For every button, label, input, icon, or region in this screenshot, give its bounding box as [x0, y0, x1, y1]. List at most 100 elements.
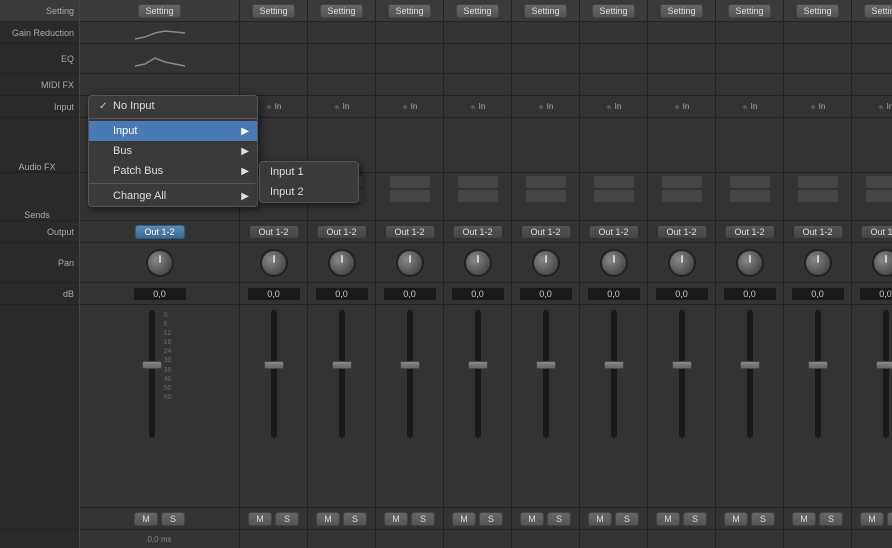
ch11-pan-knob[interactable]: [872, 249, 892, 277]
ch7-pan-knob[interactable]: [600, 249, 628, 277]
ch6-fader-handle[interactable]: [536, 361, 556, 369]
ch6-setting-button[interactable]: Setting: [524, 4, 566, 18]
channel-strip-11: Setting In Out 1-2 MS: [852, 0, 892, 548]
ch1-mute-button[interactable]: M: [134, 512, 158, 526]
input-dropdown-menu[interactable]: ✓ No Input Input ▶ Input 1 Input 2 Bus ▶: [88, 95, 258, 207]
ch1-fader-handle[interactable]: [142, 361, 162, 369]
ch1-fader-track[interactable]: [148, 309, 156, 439]
ch10-solo-button[interactable]: S: [819, 512, 843, 526]
ch11-solo-button[interactable]: S: [887, 512, 892, 526]
ch8-fader-track[interactable]: [678, 309, 686, 439]
ch10-fader-track[interactable]: [814, 309, 822, 439]
ch9-fader-handle[interactable]: [740, 361, 760, 369]
ch6-pan-knob[interactable]: [532, 249, 560, 277]
ch3-output-button[interactable]: Out 1-2: [317, 225, 367, 239]
ch5-fader-handle[interactable]: [468, 361, 488, 369]
dropdown-change-all-item[interactable]: Change All ▶: [89, 186, 257, 206]
ch9-pan-knob[interactable]: [736, 249, 764, 277]
dropdown-patch-bus-item[interactable]: Patch Bus ▶: [89, 161, 257, 181]
ch10-db-input[interactable]: [791, 287, 845, 301]
ch5-fader-track[interactable]: [474, 309, 482, 439]
ch7-solo-button[interactable]: S: [615, 512, 639, 526]
ch2-fader-track[interactable]: [270, 309, 278, 439]
ch8-pan-knob[interactable]: [668, 249, 696, 277]
db-label: dB: [63, 289, 74, 299]
ch1-output-button[interactable]: Out 1-2: [135, 225, 185, 239]
ch3-mute-button[interactable]: M: [316, 512, 340, 526]
ch2-mute-button[interactable]: M: [248, 512, 272, 526]
ch10-mute-button[interactable]: M: [792, 512, 816, 526]
ch1-db-input[interactable]: [133, 287, 187, 301]
ch5-mute-button[interactable]: M: [452, 512, 476, 526]
ch7-output-button[interactable]: Out 1-2: [589, 225, 639, 239]
ch11-setting-button[interactable]: Setting: [864, 4, 892, 18]
ch2-pan-knob[interactable]: [260, 249, 288, 277]
ch10-setting-button[interactable]: Setting: [796, 4, 838, 18]
submenu-input1[interactable]: Input 1: [260, 162, 358, 182]
ch2-solo-button[interactable]: S: [275, 512, 299, 526]
ch1-solo-button[interactable]: S: [161, 512, 185, 526]
ch7-mute-button[interactable]: M: [588, 512, 612, 526]
ch7-db-input[interactable]: [587, 287, 641, 301]
ch7-fader-track[interactable]: [610, 309, 618, 439]
ch8-output-button[interactable]: Out 1-2: [657, 225, 707, 239]
ch3-setting-button[interactable]: Setting: [320, 4, 362, 18]
ch11-fader-handle[interactable]: [876, 361, 892, 369]
ch6-output-button[interactable]: Out 1-2: [521, 225, 571, 239]
ch9-solo-button[interactable]: S: [751, 512, 775, 526]
ch4-solo-button[interactable]: S: [411, 512, 435, 526]
ch8-fader-handle[interactable]: [672, 361, 692, 369]
ch4-db-input[interactable]: [383, 287, 437, 301]
ch7-fader-handle[interactable]: [604, 361, 624, 369]
ch9-mute-button[interactable]: M: [724, 512, 748, 526]
ch10-fader-handle[interactable]: [808, 361, 828, 369]
input-submenu[interactable]: Input 1 Input 2: [259, 161, 359, 203]
ch5-setting-button[interactable]: Setting: [456, 4, 498, 18]
ch11-db-input[interactable]: [859, 287, 892, 301]
ch4-fader-track[interactable]: [406, 309, 414, 439]
dropdown-bus-item[interactable]: Bus ▶: [89, 141, 257, 161]
ch5-solo-button[interactable]: S: [479, 512, 503, 526]
ch2-setting-button[interactable]: Setting: [252, 4, 294, 18]
ch10-output-button[interactable]: Out 1-2: [793, 225, 843, 239]
ch4-mute-button[interactable]: M: [384, 512, 408, 526]
ch11-output-button[interactable]: Out 1-2: [861, 225, 892, 239]
input1-label: Input 1: [270, 166, 304, 178]
ch4-output-button[interactable]: Out 1-2: [385, 225, 435, 239]
ch2-output-button[interactable]: Out 1-2: [249, 225, 299, 239]
ch7-setting-button[interactable]: Setting: [592, 4, 634, 18]
ch9-db-input[interactable]: [723, 287, 777, 301]
ch3-solo-button[interactable]: S: [343, 512, 367, 526]
ch11-mute-button[interactable]: M: [860, 512, 884, 526]
ch9-output-button[interactable]: Out 1-2: [725, 225, 775, 239]
ch8-db-input[interactable]: [655, 287, 709, 301]
ch8-setting-button[interactable]: Setting: [660, 4, 702, 18]
ch4-pan-knob[interactable]: [396, 249, 424, 277]
ch10-pan-knob[interactable]: [804, 249, 832, 277]
ch6-db-input[interactable]: [519, 287, 573, 301]
ch1-pan-knob[interactable]: [146, 249, 174, 277]
dropdown-input-item[interactable]: Input ▶ Input 1 Input 2: [89, 121, 257, 141]
ch3-fader-track[interactable]: [338, 309, 346, 439]
ch2-fader-handle[interactable]: [264, 361, 284, 369]
ch6-mute-button[interactable]: M: [520, 512, 544, 526]
ch3-pan-knob[interactable]: [328, 249, 356, 277]
submenu-input2[interactable]: Input 2: [260, 182, 358, 202]
ch9-fader-track[interactable]: [746, 309, 754, 439]
ch2-db-input[interactable]: [247, 287, 301, 301]
ch1-setting-button[interactable]: Setting: [138, 4, 180, 18]
ch11-fader-track[interactable]: [882, 309, 890, 439]
ch3-db-input[interactable]: [315, 287, 369, 301]
ch5-db-input[interactable]: [451, 287, 505, 301]
ch6-fader-track[interactable]: [542, 309, 550, 439]
ch8-solo-button[interactable]: S: [683, 512, 707, 526]
ch4-setting-button[interactable]: Setting: [388, 4, 430, 18]
ch5-output-button[interactable]: Out 1-2: [453, 225, 503, 239]
ch6-solo-button[interactable]: S: [547, 512, 571, 526]
ch4-fader-handle[interactable]: [400, 361, 420, 369]
ch5-pan-knob[interactable]: [464, 249, 492, 277]
ch3-fader-handle[interactable]: [332, 361, 352, 369]
dropdown-no-input[interactable]: ✓ No Input: [89, 96, 257, 116]
ch8-mute-button[interactable]: M: [656, 512, 680, 526]
ch9-setting-button[interactable]: Setting: [728, 4, 770, 18]
